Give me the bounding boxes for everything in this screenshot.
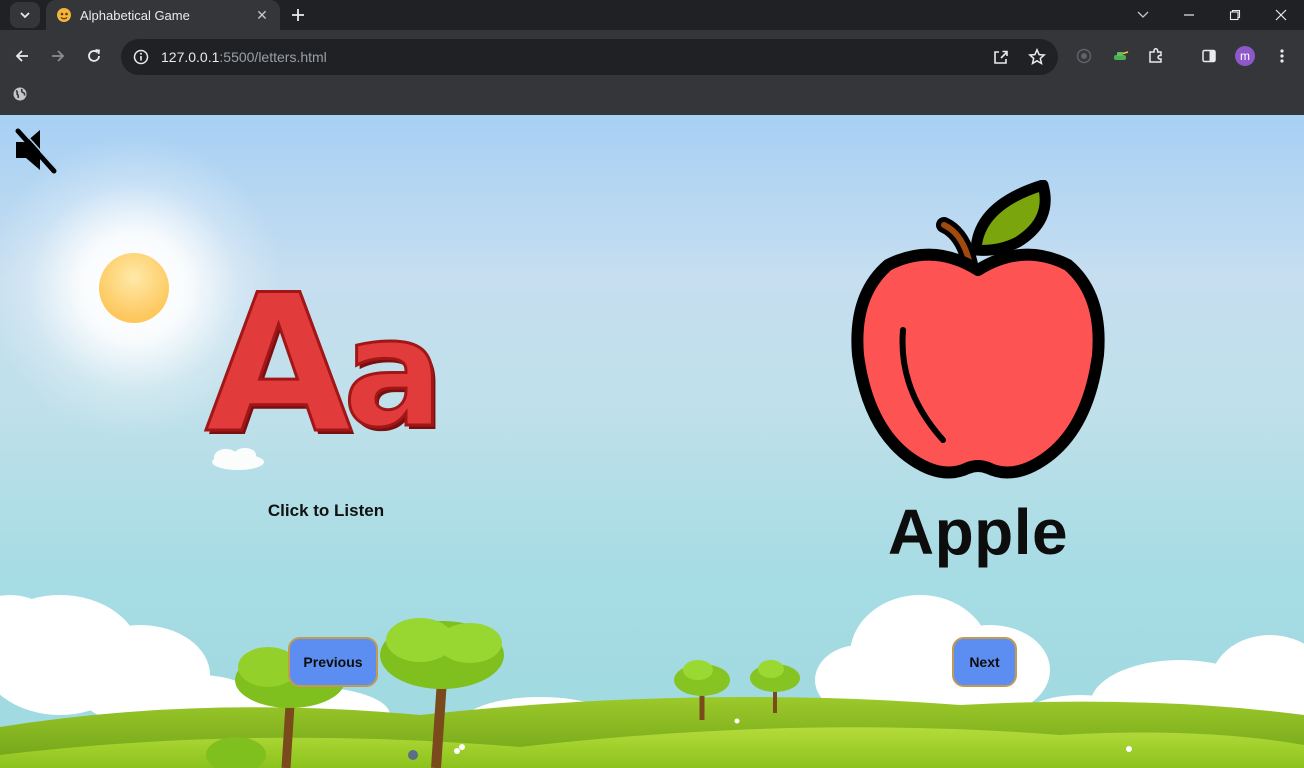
landscape-background <box>0 137 1304 768</box>
tab-search-button[interactable] <box>10 2 40 28</box>
letter-lowercase-face: a <box>343 287 444 440</box>
extension-record-icon[interactable] <box>1071 43 1097 69</box>
plus-icon <box>292 9 304 21</box>
url-text[interactable]: 127.0.0.1:5500/letters.html <box>161 49 992 65</box>
browser-tab-active[interactable]: Alphabetical Game ✕ <box>46 0 280 30</box>
word-label: Apple <box>887 496 1069 568</box>
page-viewport: A A a a Click to Listen Apple Previous N… <box>0 115 1304 768</box>
forward-button[interactable] <box>44 42 72 70</box>
close-icon <box>1275 9 1287 21</box>
mute-button[interactable] <box>12 125 60 175</box>
tab-list-button[interactable] <box>1120 0 1166 30</box>
apple-image <box>848 179 1108 480</box>
letter-uppercase-face: A <box>205 275 352 440</box>
minimize-button[interactable] <box>1166 0 1212 30</box>
extensions-puzzle-icon[interactable] <box>1143 43 1169 69</box>
menu-kebab-icon[interactable] <box>1269 43 1295 69</box>
chevron-down-icon <box>20 12 30 19</box>
minimize-icon <box>1184 14 1194 16</box>
reload-button[interactable] <box>80 42 108 70</box>
speaker-muted-icon <box>15 128 58 174</box>
arrow-left-icon <box>15 50 28 62</box>
reload-icon <box>88 49 101 62</box>
browser-toolbar: 127.0.0.1:5500/letters.html <box>0 30 1304 84</box>
previous-button[interactable]: Previous <box>288 637 378 687</box>
restore-button[interactable] <box>1212 0 1258 30</box>
tab-title: Alphabetical Game <box>80 7 190 23</box>
chevron-down-icon <box>1137 11 1149 18</box>
small-cloud <box>212 448 264 470</box>
info-icon[interactable] <box>133 49 149 65</box>
globe-icon[interactable] <box>12 86 28 102</box>
star-bookmark-icon[interactable] <box>1028 48 1046 66</box>
letter-display[interactable]: A A a a <box>195 253 465 480</box>
new-tab-button[interactable] <box>284 2 312 28</box>
restore-icon <box>1229 9 1241 21</box>
side-panel-icon[interactable] <box>1196 43 1222 69</box>
arrow-right-icon <box>52 50 65 62</box>
close-window-button[interactable] <box>1258 0 1304 30</box>
back-button[interactable] <box>8 42 36 70</box>
address-bar[interactable]: 127.0.0.1:5500/letters.html <box>121 39 1058 75</box>
click-to-listen-label[interactable]: Click to Listen <box>226 501 426 521</box>
next-button[interactable]: Next <box>952 637 1017 687</box>
browser-titlebar: Alphabetical Game ✕ <box>0 0 1304 30</box>
extension-tank-icon[interactable] <box>1107 43 1133 69</box>
profile-avatar[interactable]: m <box>1235 46 1255 66</box>
game-favicon-icon <box>57 8 71 22</box>
share-icon[interactable] <box>992 48 1010 66</box>
bookmarks-bar <box>0 84 1304 115</box>
tab-close-icon[interactable]: ✕ <box>254 7 270 24</box>
